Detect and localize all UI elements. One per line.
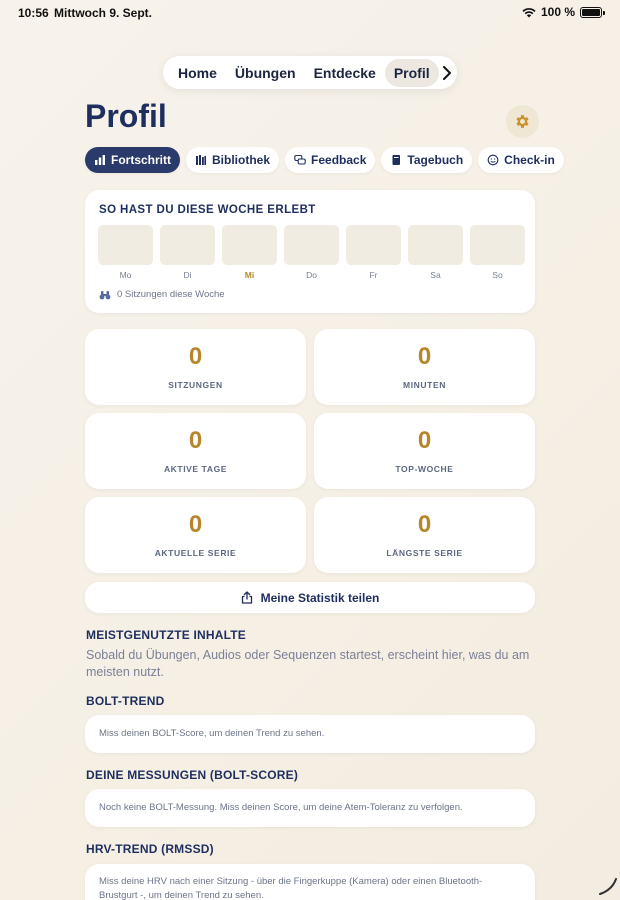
day-column: Di bbox=[160, 225, 215, 280]
day-box bbox=[160, 225, 215, 265]
status-bar: 10:56 Mittwoch 9. Sept. 100 % bbox=[0, 0, 620, 24]
journal-icon bbox=[392, 155, 401, 165]
binoculars-icon bbox=[99, 290, 111, 299]
battery-percent: 100 % bbox=[540, 5, 575, 19]
bolt-trend-text: Miss deinen BOLT-Score, um deinen Trend … bbox=[99, 728, 325, 739]
day-label: Mo bbox=[119, 270, 132, 280]
stat-label: LÄNGSTE SERIE bbox=[386, 548, 463, 558]
status-time: 10:56 bbox=[18, 6, 49, 20]
battery-icon bbox=[580, 6, 605, 18]
pill-label: Tagebuch bbox=[407, 153, 464, 167]
tab-entdecke[interactable]: Entdecke bbox=[305, 59, 385, 87]
day-column: Sa bbox=[408, 225, 463, 280]
tab-home[interactable]: Home bbox=[169, 59, 226, 87]
stat-value: 0 bbox=[188, 427, 203, 454]
share-stats-button[interactable]: Meine Statistik teilen bbox=[85, 582, 535, 613]
smiley-icon bbox=[487, 154, 499, 166]
stat-tile-sitzungen: 0 SITZUNGEN bbox=[85, 329, 306, 405]
day-label-today: Mi bbox=[244, 270, 255, 280]
day-label: Sa bbox=[430, 270, 441, 280]
day-column: Fr bbox=[346, 225, 401, 280]
share-icon bbox=[241, 591, 252, 604]
pill-fortschritt[interactable]: Fortschritt bbox=[85, 147, 180, 173]
gear-icon bbox=[516, 115, 529, 128]
stat-label: SITZUNGEN bbox=[168, 380, 223, 390]
pill-bibliothek[interactable]: Bibliothek bbox=[186, 147, 280, 173]
stat-value: 0 bbox=[188, 343, 203, 370]
stat-value: 0 bbox=[417, 511, 432, 538]
sessions-text: 0 Sitzungen diese Woche bbox=[117, 289, 225, 300]
wifi-icon bbox=[522, 7, 536, 17]
day-box bbox=[408, 225, 463, 265]
stat-label: AKTUELLE SERIE bbox=[154, 548, 237, 558]
bolt-trend-card[interactable]: Miss deinen BOLT-Score, um deinen Trend … bbox=[85, 715, 535, 753]
page-title: Profil bbox=[85, 98, 167, 134]
day-box bbox=[470, 225, 525, 265]
share-label: Meine Statistik teilen bbox=[260, 590, 380, 605]
most-used-text: Sobald du Übungen, Audios oder Sequenzen… bbox=[86, 648, 530, 679]
day-box bbox=[346, 225, 401, 265]
day-column: Mi bbox=[222, 225, 277, 280]
stat-tile-aktuelle-serie: 0 AKTUELLE SERIE bbox=[85, 497, 306, 573]
sessions-summary: 0 Sitzungen diese Woche bbox=[99, 289, 225, 300]
stat-tile-laengste-serie: 0 LÄNGSTE SERIE bbox=[314, 497, 535, 573]
day-column: So bbox=[470, 225, 525, 280]
pill-label: Bibliothek bbox=[212, 153, 271, 167]
day-column: Mo bbox=[98, 225, 153, 280]
bolt-trend-heading: BOLT-TREND bbox=[86, 694, 165, 708]
scroll-indicator-icon bbox=[599, 878, 617, 895]
profile-subtabs: Fortschritt Bibliothek Feedback Tagebuch… bbox=[85, 147, 564, 173]
stat-tile-aktive-tage: 0 AKTIVE TAGE bbox=[85, 413, 306, 489]
measurements-heading: DEINE MESSUNGEN (BOLT-SCORE) bbox=[86, 768, 299, 782]
stat-value: 0 bbox=[188, 511, 203, 538]
day-label: Do bbox=[306, 270, 317, 280]
pill-label: Fortschritt bbox=[111, 153, 171, 167]
pill-label: Feedback bbox=[311, 153, 367, 167]
measurements-card[interactable]: Noch keine BOLT-Messung. Miss deinen Sco… bbox=[85, 789, 535, 827]
stat-tile-minuten: 0 MINUTEN bbox=[314, 329, 535, 405]
pill-label: Check-in bbox=[504, 153, 555, 167]
hrv-trend-card[interactable]: Miss deine HRV nach einer Sitzung - über… bbox=[85, 864, 535, 900]
tab-uebungen[interactable]: Übungen bbox=[226, 59, 305, 87]
week-heading: SO HAST DU DIESE WOCHE ERLEBT bbox=[99, 204, 316, 216]
status-right: 100 % bbox=[522, 5, 605, 19]
settings-button[interactable] bbox=[506, 105, 539, 138]
week-days: Mo Di Mi Do Fr Sa So bbox=[98, 225, 525, 280]
day-box bbox=[98, 225, 153, 265]
day-label: So bbox=[492, 270, 503, 280]
hrv-trend-text: Miss deine HRV nach einer Sitzung - über… bbox=[99, 876, 483, 900]
day-box bbox=[222, 225, 277, 265]
stat-value: 0 bbox=[417, 343, 432, 370]
bar-chart-icon bbox=[95, 155, 105, 165]
hrv-trend-heading: HRV-TREND (RMSSD) bbox=[86, 842, 214, 856]
stat-label: AKTIVE TAGE bbox=[163, 464, 228, 474]
stat-value: 0 bbox=[417, 427, 432, 454]
books-icon bbox=[196, 155, 206, 165]
pill-check-in[interactable]: Check-in bbox=[478, 147, 564, 173]
most-used-heading: MEISTGENUTZTE INHALTE bbox=[86, 628, 246, 642]
week-overview-card: SO HAST DU DIESE WOCHE ERLEBT Mo Di Mi D… bbox=[85, 190, 535, 313]
day-box bbox=[284, 225, 339, 265]
chat-bubbles-icon bbox=[294, 154, 306, 165]
stat-tile-top-woche: 0 TOP-WOCHE bbox=[314, 413, 535, 489]
pill-tagebuch[interactable]: Tagebuch bbox=[381, 147, 473, 173]
day-label: Fr bbox=[369, 270, 378, 280]
day-label: Di bbox=[183, 270, 192, 280]
pill-feedback[interactable]: Feedback bbox=[285, 147, 376, 173]
top-nav: Home Übungen Entdecke Profil bbox=[163, 56, 457, 89]
status-date: Mittwoch 9. Sept. bbox=[54, 6, 153, 20]
day-column: Do bbox=[284, 225, 339, 280]
chevron-right-icon[interactable] bbox=[442, 65, 452, 80]
stat-label: TOP-WOCHE bbox=[395, 464, 454, 474]
tab-profil[interactable]: Profil bbox=[384, 58, 439, 87]
measurements-text: Noch keine BOLT-Messung. Miss deinen Sco… bbox=[99, 802, 463, 813]
stat-label: MINUTEN bbox=[403, 380, 446, 390]
